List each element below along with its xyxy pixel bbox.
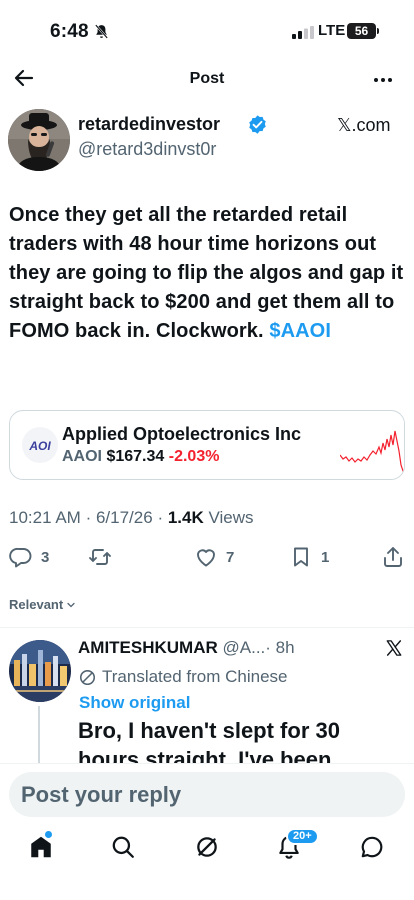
sparkline-line [340, 430, 404, 472]
reply-input[interactable] [9, 772, 405, 817]
search-icon [112, 836, 134, 858]
reply-author-name: AMITESHKUMAR [78, 638, 218, 657]
home-icon [31, 836, 51, 858]
share-button[interactable] [381, 544, 405, 570]
price-sparkline [340, 421, 404, 475]
ticker-symbol: AAOI [62, 448, 102, 465]
reply-sort-dropdown[interactable]: Relevant [9, 597, 76, 612]
status-bar: 6:48 LTE 56 [0, 0, 414, 62]
post-meta: 10:21 AM · 6/17/26 · 1.4K Views [9, 508, 254, 528]
tab-home[interactable] [28, 831, 54, 860]
reply-button[interactable]: 3 [9, 544, 49, 570]
tab-grok[interactable] [194, 834, 220, 860]
nav-header: Post [0, 62, 414, 98]
battery-cap [377, 28, 379, 34]
reply-item[interactable]: AMITESHKUMAR @A...· 8h Translated from C… [0, 628, 414, 763]
thread-line [38, 706, 40, 763]
post-body: Once they get all the retarded retail tr… [9, 204, 404, 342]
ticker-price: $167.34 [106, 448, 165, 465]
stock-ticker-card[interactable]: AOI Applied Optoelectronics Inc AAOI $16… [9, 410, 405, 480]
verified-badge-icon [249, 115, 266, 134]
post-text: Once they get all the retarded retail tr… [9, 201, 405, 346]
tab-search[interactable] [110, 834, 136, 860]
signal-icon [292, 26, 314, 39]
page-title: Post [189, 70, 225, 87]
retweet-icon [89, 549, 111, 565]
reply-avatar[interactable] [9, 640, 71, 702]
translation-notice: Translated from Chinese [78, 667, 288, 687]
ticker-line: AAOI $167.34 -2.03% [62, 448, 219, 466]
home-unread-dot [45, 831, 52, 838]
post-time: 10:21 AM [9, 508, 81, 527]
sort-label: Relevant [9, 597, 64, 612]
avatar[interactable] [8, 109, 70, 171]
translate-icon [79, 669, 96, 685]
bookmark-button[interactable]: 1 [289, 544, 329, 570]
translated-label: Translated from Chinese [102, 667, 288, 686]
reply-composer [0, 763, 414, 825]
views-label: Views [208, 508, 254, 527]
author-name[interactable]: retardedinvestor [78, 114, 220, 135]
like-icon [197, 549, 215, 567]
status-time: 6:48 [50, 21, 89, 42]
bottom-tab-bar: 20+ [0, 825, 414, 900]
retweet-button[interactable] [88, 544, 120, 570]
like-count: 7 [226, 548, 235, 566]
author-handle[interactable]: @retard3dinvst0r [78, 139, 216, 160]
ticker-change: -2.03% [168, 448, 220, 465]
source-label: 𝕏.com [337, 115, 391, 135]
network-label: LTE [318, 22, 346, 39]
cashtag-link[interactable]: $AAOI [269, 320, 331, 342]
bookmark-icon [294, 547, 308, 567]
chevron-down-icon [67, 602, 75, 607]
like-button[interactable]: 7 [194, 544, 234, 570]
notifications-badge: 20+ [286, 828, 319, 845]
reply-author-handle: @A... [222, 638, 266, 657]
meta-separator: · [157, 508, 164, 527]
meta-separator: · [85, 508, 92, 527]
post-actions: 3 7 1 [0, 540, 414, 576]
reply-text: Bro, I haven't slept for 30 hours straig… [78, 718, 340, 763]
bell-slash-icon [95, 24, 108, 39]
battery-icon: 56 [347, 23, 376, 39]
company-logo-text: AOI [28, 439, 51, 453]
share-icon [384, 547, 402, 567]
reply-author[interactable]: AMITESHKUMAR @A...· 8h [78, 638, 295, 658]
company-name: Applied Optoelectronics Inc [62, 424, 302, 444]
post-author: retardedinvestor @retard3dinvst0r 𝕏.com [0, 108, 414, 172]
reply-icon [9, 547, 32, 568]
reply-time: · 8h [265, 638, 295, 657]
reply-count: 3 [41, 548, 50, 566]
views-count[interactable]: 1.4K [168, 508, 204, 527]
grok-icon [197, 837, 217, 857]
more-icon[interactable] [371, 68, 395, 92]
company-logo: AOI [22, 427, 58, 463]
bookmark-count: 1 [321, 548, 330, 566]
tab-notifications[interactable]: 20+ [276, 828, 319, 860]
post-date: 6/17/26 [95, 508, 153, 527]
messages-icon [361, 836, 383, 858]
x-logo-icon [386, 640, 402, 656]
show-original-link[interactable]: Show original [79, 693, 190, 713]
tab-messages[interactable] [359, 834, 385, 860]
